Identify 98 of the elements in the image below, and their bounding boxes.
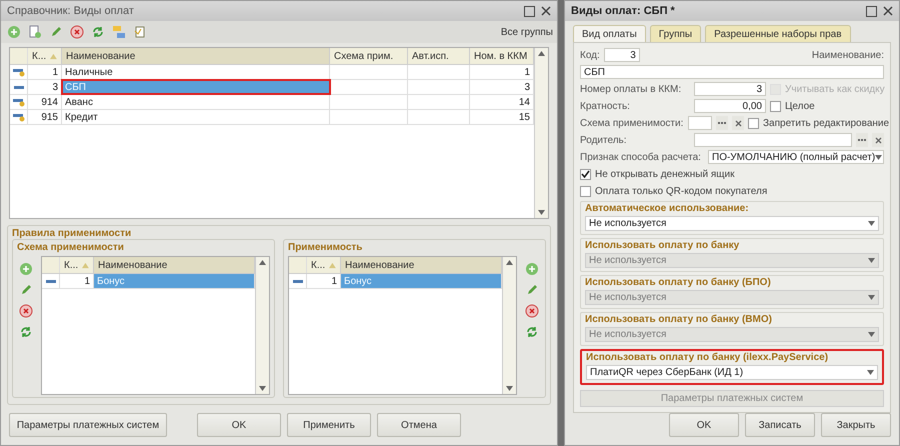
sort-icon [329,262,336,268]
option-select[interactable]: ПлатиQR через СберБанк (ИД 1) [586,365,878,380]
pencil-icon [525,283,539,297]
maximize-button[interactable] [524,6,535,16]
window-title: Виды оплат: СБП * [571,5,676,17]
clear-icon[interactable] [874,136,882,144]
field-label: Родитель: [580,134,628,146]
scroll-down-icon[interactable] [506,386,513,391]
item-icon [46,280,56,282]
delete-icon [525,304,539,318]
panel-title: Применимость [288,242,364,253]
field-label: Признак способа расчета: [580,152,702,162]
dialog-button[interactable]: Записать [745,413,815,437]
column-header[interactable]: Наименование [62,48,330,64]
scheme-field[interactable] [688,116,712,130]
field-label: Наименование: [812,50,884,60]
refresh-icon [525,325,539,339]
dialog-button[interactable]: Отмена [377,413,461,437]
item-icon [12,67,24,77]
name-field[interactable]: СБП [580,65,884,79]
groups-link[interactable]: Все группы [500,26,553,38]
document-icon [133,25,147,39]
table-cell: 915 [28,110,62,124]
checkbox[interactable] [580,168,591,180]
scroll-up-icon[interactable] [259,260,266,265]
tab[interactable]: Группы [650,25,702,42]
table-cell[interactable]: Аванс [62,95,330,109]
column-header[interactable]: Наименование [341,257,502,273]
add-icon [525,262,539,276]
item-icon [292,280,302,282]
column-header[interactable]: Авт.исп. [408,48,470,64]
pencil-icon [19,283,33,297]
group-title: Автоматическое использование: [585,203,750,214]
sort-icon [82,262,89,268]
dialog-button[interactable]: OK [197,413,281,437]
checkbox[interactable] [748,118,759,128]
group-title: Использовать оплату по банку (БПО) [585,277,772,288]
tab[interactable]: Разрешенные наборы прав [705,25,851,42]
delete-icon [70,25,84,39]
dialog-button[interactable]: Закрыть [821,413,891,437]
group-title: Правила применимости [12,228,132,239]
field-label: Номер оплаты в ККМ: [580,84,682,94]
checkbox-label: Запретить редактирование [763,118,890,128]
table-cell[interactable]: Кредит [62,110,330,124]
field-label: Кратность: [580,100,631,112]
scroll-down-icon[interactable] [259,386,266,391]
copy-icon [28,25,42,39]
group-title: Использовать оплату по банку (ВМО) [585,314,773,325]
checkbox[interactable] [580,186,591,196]
column-header[interactable]: Наименование [94,257,255,273]
tab[interactable]: Вид оплаты [573,25,646,42]
item-icon [14,86,24,88]
field-label: Схема применимости: [580,118,684,128]
add-icon [7,25,21,39]
dropdown-icon[interactable] [867,370,874,375]
checkbox-label: Не открывать денежный ящик [595,168,734,180]
group-title: Использовать оплату по банку (ilexx.PayService) [586,352,830,363]
table-cell: 914 [28,95,62,109]
checkbox-label: Оплата только QR-кодом покупателя [595,186,768,196]
sort-icon [50,52,57,60]
refresh-icon [91,25,105,39]
delete-icon [19,304,33,318]
kkm-field[interactable]: 3 [694,82,766,96]
item-icon [12,112,24,122]
field-label: Код: [580,50,600,60]
column-header[interactable]: Схема прим. [330,48,408,64]
scrollbar[interactable] [502,257,516,394]
checkbox-label: Целое [785,100,815,112]
dropdown-icon[interactable] [868,221,875,226]
check-icon [581,170,590,178]
option-select[interactable]: Не используется [585,216,879,231]
checkbox[interactable] [770,100,781,112]
add-icon [19,262,33,276]
item-icon [12,97,24,107]
multiplicity-field[interactable]: 0,00 [694,99,766,113]
checkbox-label: Учитывать как скидку [785,84,885,94]
panel-title: Схема применимости [17,242,125,253]
dropdown-icon[interactable] [875,154,882,160]
scrollbar[interactable] [255,257,269,394]
dialog-button[interactable]: OK [669,413,739,437]
dialog-button[interactable]: Применить [287,413,371,437]
calc-method-select[interactable]: ПО-УМОЛЧАНИЮ (полный расчет) [708,150,884,164]
window-title: Справочник: Виды оплат [7,5,135,17]
close-button[interactable] [883,6,893,16]
group-title: Использовать оплату по банку [585,240,740,251]
refresh-icon [19,325,33,339]
pencil-icon [49,25,63,39]
hierarchy-icon [112,25,126,39]
maximize-button[interactable] [866,6,877,16]
scroll-down-icon[interactable] [538,210,545,215]
scrollbar[interactable] [534,48,548,218]
parent-field[interactable] [694,133,852,147]
dialog-button[interactable]: Параметры платежных систем [9,413,167,437]
scroll-up-icon[interactable] [506,260,513,265]
close-button[interactable] [541,6,551,16]
scroll-up-icon[interactable] [538,51,545,56]
code-field[interactable]: 3 [604,48,640,62]
clear-icon[interactable] [734,120,742,126]
